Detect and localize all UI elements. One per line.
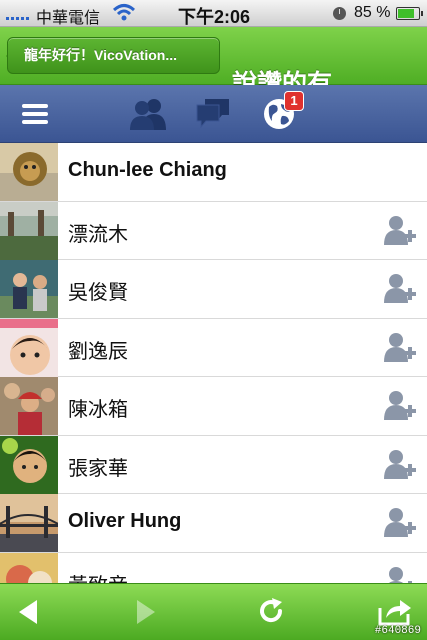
liker-name[interactable]: 張家華	[68, 452, 128, 481]
list-item[interactable]: Oliver Hung	[0, 494, 427, 553]
browser-toolbar: #640869	[0, 583, 427, 640]
add-friend-icon[interactable]	[384, 507, 416, 539]
add-friend-icon[interactable]	[384, 215, 416, 247]
add-friend-icon[interactable]	[384, 332, 416, 364]
menu-icon[interactable]	[22, 104, 48, 124]
list-item[interactable]: Chun-lee Chiang	[0, 143, 427, 202]
battery-icon	[396, 7, 423, 20]
avatar	[0, 260, 58, 318]
list-item[interactable]: 吳俊賢	[0, 260, 427, 319]
avatar	[0, 318, 58, 377]
liker-name[interactable]: 黃致音	[68, 569, 128, 584]
carrier-name: 中華電信	[36, 10, 101, 27]
avatar	[0, 377, 58, 435]
avatar	[0, 143, 58, 201]
watermark-text: #640869	[374, 625, 421, 637]
add-friend-icon[interactable]	[384, 449, 416, 481]
avatar	[0, 435, 58, 494]
likers-list: Chun-lee Chiang 漂流木 吳俊賢 劉逸辰 陳冰箱 張家華 Oliv…	[0, 143, 427, 583]
back-arrow-icon[interactable]	[15, 598, 41, 630]
list-item[interactable]: 劉逸辰	[0, 318, 427, 377]
liker-name[interactable]: 陳冰箱	[68, 393, 128, 422]
liker-name[interactable]: Oliver Hung	[68, 510, 181, 533]
avatar	[0, 494, 58, 552]
liker-name[interactable]: Chun-lee Chiang	[68, 159, 227, 182]
add-friend-icon[interactable]	[384, 390, 416, 422]
messages-icon[interactable]	[195, 97, 231, 133]
avatar	[0, 552, 58, 583]
list-item[interactable]: 漂流木	[0, 201, 427, 260]
list-item[interactable]: 張家華	[0, 435, 427, 494]
app-header: 龍年好行！VicoVation... 說讚的有	[0, 27, 427, 98]
add-friend-icon[interactable]	[384, 273, 416, 305]
friend-requests-icon[interactable]	[128, 97, 168, 135]
forward-arrow-icon[interactable]	[133, 598, 159, 630]
signal-strength-icon	[6, 8, 29, 20]
refresh-icon[interactable]	[256, 596, 286, 630]
back-button[interactable]: 龍年好行！VicoVation...	[7, 37, 220, 74]
list-item[interactable]: 陳冰箱	[0, 377, 427, 436]
wifi-icon	[112, 3, 136, 28]
battery-percentage: 85 %	[354, 4, 391, 21]
facebook-toolbar: 1	[0, 85, 427, 143]
liker-name[interactable]: 漂流木	[68, 218, 128, 247]
add-friend-icon[interactable]	[384, 566, 416, 583]
alarm-clock-icon	[333, 7, 346, 20]
status-time: 下午2:06	[178, 7, 251, 27]
list-item[interactable]: 黃致音	[0, 552, 427, 584]
status-bar: 中華電信 下午2:06 85 %	[0, 0, 427, 27]
notification-badge: 1	[284, 91, 304, 111]
avatar	[0, 201, 58, 260]
liker-name[interactable]: 劉逸辰	[68, 335, 128, 364]
liker-name[interactable]: 吳俊賢	[68, 276, 128, 305]
